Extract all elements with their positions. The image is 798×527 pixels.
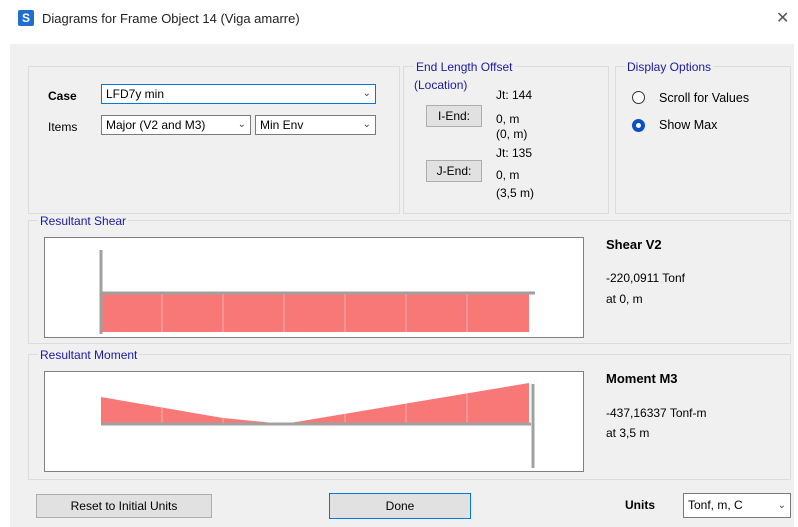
moment-max-value: -437,16337 Tonf-m: [606, 406, 707, 420]
case-dropdown[interactable]: LFD7y min ⌄: [101, 84, 376, 104]
chevron-down-icon: ⌄: [237, 119, 246, 130]
shear-max-location: at 0, m: [606, 292, 643, 306]
i-end-joint: Jt: 144: [496, 88, 533, 102]
scroll-values-radio[interactable]: [632, 91, 645, 104]
shear-fill: [102, 293, 529, 332]
items-dropdown[interactable]: Major (V2 and M3) ⌄: [101, 115, 251, 135]
units-dropdown[interactable]: Tonf, m, C ⌄: [683, 493, 791, 518]
chevron-down-icon: ⌄: [777, 500, 786, 511]
j-end-offset: 0, m: [496, 168, 520, 182]
chevron-down-icon: ⌄: [362, 88, 371, 99]
case-label: Case: [48, 89, 77, 103]
moment-diagram-svg: [101, 383, 535, 468]
i-end-button[interactable]: I-End:: [426, 105, 482, 127]
reset-units-button[interactable]: Reset to Initial Units: [36, 494, 212, 518]
envelope-dropdown[interactable]: Min Env ⌄: [255, 115, 376, 135]
i-end-offset: 0, m: [496, 112, 520, 126]
moment-result-title: Moment M3: [606, 371, 678, 386]
end-length-title: End Length Offset: [414, 60, 515, 74]
shear-diagram: [44, 237, 584, 338]
app-icon: S: [18, 10, 34, 26]
envelope-value: Min Env: [260, 118, 304, 132]
chevron-down-icon: ⌄: [362, 119, 371, 130]
show-max-radio[interactable]: [632, 119, 645, 132]
moment-max-location: at 3,5 m: [606, 426, 650, 440]
shear-max-value: -220,0911 Tonf: [606, 271, 685, 285]
title-bar: S Diagrams for Frame Object 14 (Viga ama…: [0, 0, 798, 44]
j-end-location: (3,5 m): [496, 186, 535, 200]
close-icon[interactable]: ✕: [776, 8, 789, 28]
shear-diagram-svg: [99, 250, 535, 334]
moment-diagram: [44, 371, 584, 472]
scroll-values-label[interactable]: Scroll for Values: [659, 91, 749, 105]
items-value: Major (V2 and M3): [106, 118, 206, 132]
moment-fill: [101, 383, 529, 424]
items-label: Items: [48, 120, 78, 134]
display-options-group: [615, 66, 791, 214]
window-title: Diagrams for Frame Object 14 (Viga amarr…: [42, 11, 300, 26]
units-value: Tonf, m, C: [688, 498, 743, 512]
shear-result-title: Shear V2: [606, 237, 662, 252]
end-length-subtitle: (Location): [414, 78, 468, 92]
case-value: LFD7y min: [106, 87, 165, 101]
display-options-title: Display Options: [625, 60, 714, 74]
show-max-label[interactable]: Show Max: [659, 118, 717, 132]
i-end-location: (0, m): [496, 127, 528, 141]
shear-group-title: Resultant Shear: [38, 214, 129, 228]
moment-group-title: Resultant Moment: [38, 348, 140, 362]
j-end-joint: Jt: 135: [496, 146, 533, 160]
j-end-button[interactable]: J-End:: [426, 160, 482, 182]
done-button[interactable]: Done: [329, 493, 471, 519]
units-label: Units: [625, 498, 655, 512]
